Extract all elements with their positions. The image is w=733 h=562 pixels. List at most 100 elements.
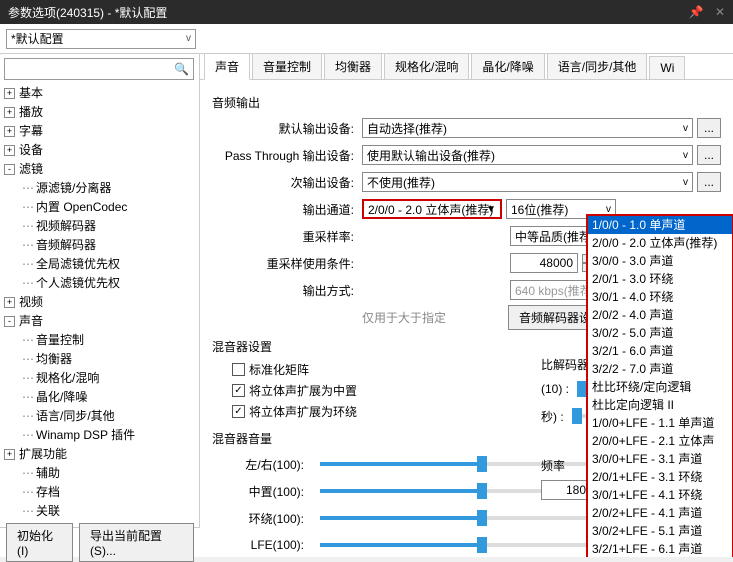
tree-node[interactable]: + 设备 — [4, 141, 195, 160]
tab[interactable]: 均衡器 — [324, 54, 382, 79]
tree-label: 声音 — [19, 312, 43, 331]
dropdown-item[interactable]: 3/0/2 - 5.0 声道 — [588, 324, 732, 342]
tree-dot: ⋯ — [22, 179, 34, 198]
profile-combo-value: *默认配置 — [11, 30, 64, 47]
tree-node[interactable]: ⋯视频解码器 — [4, 217, 195, 236]
tree-node[interactable]: +视频 — [4, 293, 195, 312]
select-channels[interactable]: 2/0/0 - 2.0 立体声(推荐)▼ — [362, 199, 502, 219]
dropdown-item[interactable]: 2/0/1 - 3.0 环绕 — [588, 270, 732, 288]
expand-icon[interactable]: - — [4, 164, 15, 175]
tree-node[interactable]: -滤镜 — [4, 160, 195, 179]
tree-node[interactable]: ⋯音量控制 — [4, 331, 195, 350]
init-button[interactable]: 初始化(I) — [6, 523, 73, 562]
tab[interactable]: 规格化/混响 — [384, 54, 469, 79]
tree-label: 规格化/混响 — [36, 369, 99, 388]
dropdown-item[interactable]: 2/0/2+LFE - 4.1 声道 — [588, 504, 732, 522]
dropdown-item[interactable]: 3/0/2+LFE - 5.1 声道 — [588, 522, 732, 540]
expand-icon[interactable]: + — [4, 107, 15, 118]
tab[interactable]: 晶化/降噪 — [471, 54, 544, 79]
tree-node[interactable]: ⋯语言/同步/其他 — [4, 407, 195, 426]
search-input[interactable]: 🔍 — [4, 58, 194, 80]
tree-node[interactable]: ⋯辅助 — [4, 464, 195, 483]
expand-icon[interactable]: + — [4, 297, 15, 308]
export-button[interactable]: 导出当前配置(S)... — [79, 523, 194, 562]
tree-dot: ⋯ — [22, 502, 34, 521]
content-panel: 声音音量控制均衡器规格化/混响晶化/降噪语言/同步/其他Wi 音频输出 默认输出… — [200, 54, 733, 557]
dropdown-item[interactable]: 3/0/1+LFE - 4.1 环绕 — [588, 486, 732, 504]
dropdown-item[interactable]: 3/2/1+LFE - 6.1 声道 — [588, 540, 732, 557]
tree-node[interactable]: ⋯Winamp DSP 插件 — [4, 426, 195, 445]
checkbox-box — [232, 363, 245, 376]
tree-node[interactable]: ⋯关联 — [4, 502, 195, 521]
profile-combo[interactable]: *默认配置 v — [6, 29, 196, 49]
dropdown-item[interactable]: 1/0/0+LFE - 1.1 单声道 — [588, 414, 732, 432]
dropdown-item[interactable]: 2/0/2 - 4.0 声道 — [588, 306, 732, 324]
tree-dot: ⋯ — [22, 255, 34, 274]
tree-dot: ⋯ — [22, 236, 34, 255]
tree-node[interactable]: ⋯规格化/混响 — [4, 369, 195, 388]
tree-node[interactable]: ⋯内置 OpenCodec — [4, 198, 195, 217]
tree-dot: ⋯ — [22, 407, 34, 426]
expand-icon[interactable]: - — [4, 316, 15, 327]
expand-icon[interactable]: + — [4, 126, 15, 137]
channels-dropdown[interactable]: 1/0/0 - 1.0 单声道2/0/0 - 2.0 立体声(推荐)3/0/0 … — [586, 214, 733, 557]
dropdown-item[interactable]: 3/2/2 - 7.0 声道 — [588, 360, 732, 378]
tree-label: 滤镜 — [19, 160, 43, 179]
tree-label: 晶化/降噪 — [36, 388, 87, 407]
pin-icon[interactable]: 📌 — [689, 5, 704, 19]
label-r2: 秒) : — [541, 408, 564, 425]
tab[interactable]: Wi — [649, 56, 685, 79]
tree-label: 设备 — [19, 141, 43, 160]
tree-node[interactable]: ⋯个人滤镜优先权 — [4, 274, 195, 293]
bottom-bar: 初始化(I) 导出当前配置(S)... — [0, 527, 200, 557]
dropdown-item[interactable]: 杜比定向逻辑 II — [588, 396, 732, 414]
dropdown-item[interactable]: 3/0/0+LFE - 3.1 声道 — [588, 450, 732, 468]
tree-label: 全局滤镜优先权 — [36, 255, 120, 274]
chevron-down-icon: v — [186, 33, 191, 44]
tree-node[interactable]: + 字幕 — [4, 122, 195, 141]
tree-node[interactable]: ⋯源滤镜/分离器 — [4, 179, 195, 198]
tab[interactable]: 声音 — [204, 54, 250, 80]
expand-icon[interactable]: + — [4, 449, 15, 460]
dropdown-item[interactable]: 2/0/0+LFE - 2.1 立体声 — [588, 432, 732, 450]
tree-node[interactable]: +播放 — [4, 103, 195, 122]
tree-label: Winamp DSP 插件 — [36, 426, 135, 445]
dropdown-item[interactable]: 2/0/0 - 2.0 立体声(推荐) — [588, 234, 732, 252]
slider-label: 左/右(100): — [212, 456, 312, 473]
dropdown-item[interactable]: 3/0/1 - 4.0 环绕 — [588, 288, 732, 306]
titlebar: 参数选项(240315) - *默认配置 📌 ✕ — [0, 0, 733, 24]
dropdown-item[interactable]: 3/2/1 - 6.0 声道 — [588, 342, 732, 360]
tree-node[interactable]: ⋯晶化/降噪 — [4, 388, 195, 407]
tree-node[interactable]: + 扩展功能 — [4, 445, 195, 464]
checkbox-box: ✓ — [232, 405, 245, 418]
tree-node[interactable]: +基本 — [4, 84, 195, 103]
slider-label: 中置(100): — [212, 483, 312, 500]
tree-node[interactable]: -声音 — [4, 312, 195, 331]
close-icon[interactable]: ✕ — [715, 5, 725, 19]
label-resample: 重采样率: — [212, 228, 362, 245]
expand-icon[interactable]: + — [4, 145, 15, 156]
input-freq[interactable] — [541, 480, 591, 500]
toolbar: *默认配置 v — [0, 24, 733, 54]
dropdown-item[interactable]: 2/0/1+LFE - 3.1 环绕 — [588, 468, 732, 486]
expand-icon[interactable]: + — [4, 88, 15, 99]
tree-dot: ⋯ — [22, 369, 34, 388]
label-secondary: 次输出设备: — [212, 174, 362, 191]
slider-label: LFE(100): — [212, 538, 312, 552]
tree-node[interactable]: ⋯全局滤镜优先权 — [4, 255, 195, 274]
dropdown-item[interactable]: 杜比环绕/定向逻辑 — [588, 378, 732, 396]
tab[interactable]: 音量控制 — [252, 54, 322, 79]
search-icon: 🔍 — [174, 62, 189, 76]
tree-dot: ⋯ — [22, 217, 34, 236]
tree-node[interactable]: ⋯存档 — [4, 483, 195, 502]
tree-label: 字幕 — [19, 122, 43, 141]
tab[interactable]: 语言/同步/其他 — [547, 54, 648, 79]
window-title: 参数选项(240315) - *默认配置 — [8, 4, 167, 21]
dropdown-item[interactable]: 3/0/0 - 3.0 声道 — [588, 252, 732, 270]
tree-node[interactable]: ⋯均衡器 — [4, 350, 195, 369]
tree-label: 内置 OpenCodec — [36, 198, 127, 217]
tree-node[interactable]: ⋯音频解码器 — [4, 236, 195, 255]
label-outmode: 输出方式: — [212, 282, 362, 299]
tree-label: 扩展功能 — [19, 445, 67, 464]
dropdown-item[interactable]: 1/0/0 - 1.0 单声道 — [588, 216, 732, 234]
